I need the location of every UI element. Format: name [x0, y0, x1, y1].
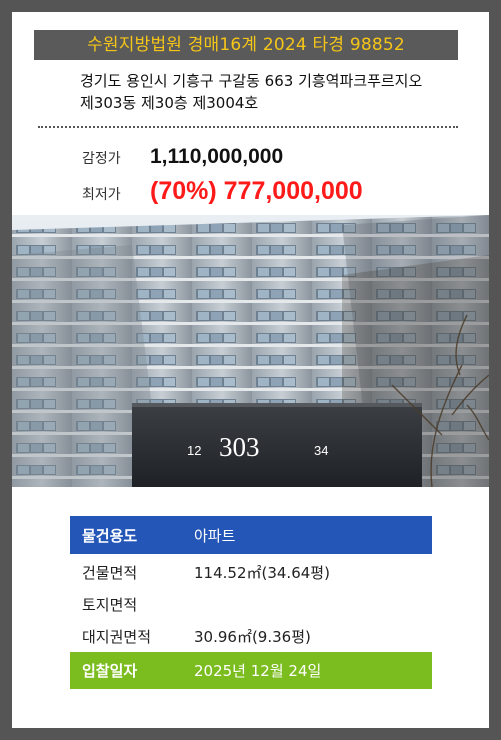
building-area-value: 114.52㎡(34.64평) [194, 563, 330, 582]
usage-value: 아파트 [194, 526, 236, 545]
property-address: 경기도 용인시 기흥구 구갈동 663 기흥역파크푸르지오 제303동 제30층… [80, 70, 490, 114]
building-area-row: 건물면적 114.52㎡(34.64평) [70, 556, 432, 588]
appraisal-label: 감정가 [82, 151, 121, 167]
usage-row: 물건용도 아파트 [70, 516, 432, 554]
land-right-area-row: 대지권면적 30.96㎡(9.36평) [70, 620, 432, 652]
minimum-price-row: 최저가 (70%) 777,000,000 [82, 177, 363, 206]
land-area-label: 토지면적 [82, 595, 138, 614]
appraisal-price-row: 감정가 1,110,000,000 [82, 145, 283, 169]
building-sign-number: 303 [219, 432, 260, 462]
usage-label: 물건용도 [82, 526, 138, 545]
bid-date-label: 입찰일자 [82, 662, 138, 680]
land-right-area-label: 대지권면적 [82, 627, 152, 646]
address-line-2: 제303동 제30층 제3004호 [80, 94, 259, 112]
building-area-label: 건물면적 [82, 563, 138, 582]
bid-date-value: 2025년 12월 24일 [194, 662, 322, 680]
divider [38, 126, 458, 128]
address-line-1: 경기도 용인시 기흥구 구갈동 663 기흥역파크푸르지오 [80, 72, 423, 90]
property-details: 물건용도 아파트 건물면적 114.52㎡(34.64평) 토지면적 대지권면적… [70, 516, 432, 689]
case-title: 수원지방법원 경매16계 2024 타경 98852 [34, 30, 458, 60]
minimum-value: (70%) 777,000,000 [150, 177, 363, 205]
land-area-row: 토지면적 [70, 588, 432, 620]
bid-date-row: 입찰일자 2025년 12월 24일 [70, 652, 432, 689]
land-right-area-value: 30.96㎡(9.36평) [194, 627, 311, 646]
appraisal-value: 1,110,000,000 [150, 145, 284, 168]
minimum-label: 최저가 [82, 187, 121, 203]
building-sign-left: 12 [187, 443, 201, 458]
building-photo: 12 303 34 [12, 215, 489, 487]
building-sign-right: 34 [314, 443, 328, 458]
